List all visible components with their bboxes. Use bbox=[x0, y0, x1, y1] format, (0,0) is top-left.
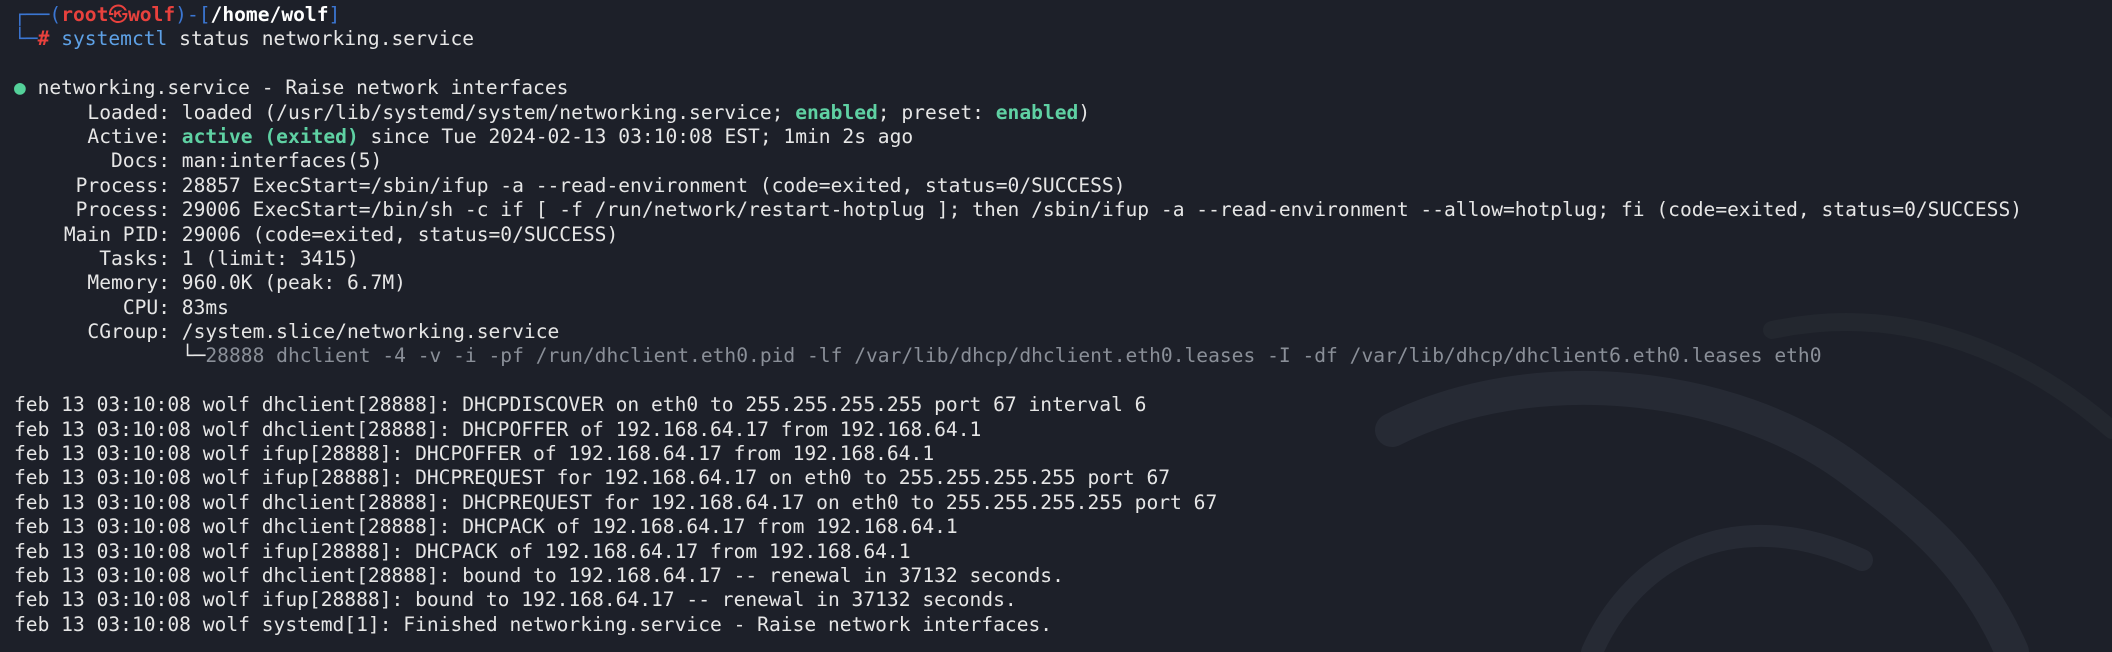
loaded-mid: ; preset: bbox=[877, 100, 996, 124]
prompt-user: root bbox=[61, 3, 109, 26]
docs-label: Docs: bbox=[111, 149, 170, 173]
log-line: feb 13 03:10:08 wolf systemd[1]: Finishe… bbox=[14, 612, 1053, 636]
command-args: status networking.service bbox=[167, 27, 475, 51]
cgroup-row: CGroup: /system.slice/networking.service bbox=[14, 320, 2112, 344]
loaded-suffix: ) bbox=[1078, 100, 1091, 124]
prompt-box-open: ┌──( bbox=[14, 3, 62, 26]
log-line: feb 13 03:10:08 wolf ifup[28888]: DHCPAC… bbox=[14, 539, 911, 563]
tasks-label: Tasks: bbox=[99, 246, 170, 270]
mainpid-value: 29006 (code=exited, status=0/SUCCESS) bbox=[170, 222, 619, 246]
process2-value: 29006 ExecStart=/bin/sh -c if [ -f /run/… bbox=[170, 198, 2023, 222]
service-title: networking.service - Raise network inter… bbox=[25, 76, 569, 100]
prompt-box-close: ] bbox=[328, 3, 341, 26]
log-line: feb 13 03:10:08 wolf ifup[28888]: DHCPOF… bbox=[14, 442, 935, 466]
loaded-prefix: loaded (/usr/lib/systemd/system/networki… bbox=[170, 100, 796, 124]
active-label: Active: bbox=[87, 124, 170, 148]
memory-label: Memory: bbox=[87, 271, 170, 295]
loaded-preset: enabled bbox=[995, 100, 1079, 124]
active-state: active (exited) bbox=[181, 124, 359, 148]
process2-row: Process: 29006 ExecStart=/bin/sh -c if [… bbox=[14, 198, 2112, 222]
prompt-hash: # bbox=[37, 27, 50, 51]
cpu-value: 83ms bbox=[170, 295, 229, 319]
process2-label: Process: bbox=[75, 198, 170, 222]
prompt-path: /home/wolf bbox=[210, 3, 329, 26]
cgroup-child-process: 28888 dhclient -4 -v -i -pf /run/dhclien… bbox=[205, 344, 1822, 368]
prompt-box-mid: )-[ bbox=[175, 3, 211, 26]
cgroup-child-row: └─28888 dhclient -4 -v -i -pf /run/dhcli… bbox=[14, 344, 2112, 368]
process1-row: Process: 28857 ExecStart=/sbin/ifup -a -… bbox=[14, 174, 2112, 198]
command-name: systemctl bbox=[61, 27, 168, 51]
loaded-row: Loaded: loaded (/usr/lib/systemd/system/… bbox=[14, 101, 2112, 125]
loaded-label: Loaded: bbox=[87, 100, 170, 124]
cpu-label: CPU: bbox=[122, 295, 170, 319]
docs-value: man:interfaces(5) bbox=[170, 149, 383, 173]
mainpid-label: Main PID: bbox=[63, 222, 170, 246]
log-line: feb 13 03:10:08 wolf dhclient[28888]: bo… bbox=[14, 563, 1064, 587]
process1-value: 28857 ExecStart=/sbin/ifup -a --read-env… bbox=[170, 173, 1126, 197]
memory-value: 960.0K (peak: 6.7M) bbox=[170, 271, 406, 295]
cgroup-value: /system.slice/networking.service bbox=[170, 320, 560, 344]
active-row: Active: active (exited) since Tue 2024-0… bbox=[14, 125, 2112, 149]
status-dot-icon: ● bbox=[14, 76, 26, 100]
docs-row: Docs: man:interfaces(5) bbox=[14, 149, 2112, 173]
terminal-output[interactable]: ┌──(root㉿wolf)-[/home/wolf] └─# systemct… bbox=[14, 3, 2112, 652]
service-header: ● networking.service - Raise network int… bbox=[14, 76, 2112, 100]
log-line: feb 13 03:10:08 wolf ifup[28888]: DHCPRE… bbox=[14, 466, 1171, 490]
prompt-top-line: ┌──(root㉿wolf)-[/home/wolf] bbox=[14, 3, 2112, 27]
tree-branch-icon: └─ bbox=[181, 344, 206, 368]
cpu-row: CPU: 83ms bbox=[14, 296, 2112, 320]
log-line: feb 13 03:10:08 wolf dhclient[28888]: DH… bbox=[14, 515, 958, 539]
log-line: feb 13 03:10:08 wolf ifup[28888]: bound … bbox=[14, 588, 1017, 612]
active-rest: since Tue 2024-02-13 03:10:08 EST; 1min … bbox=[358, 124, 914, 148]
prompt-command-line: └─# systemctl status networking.service bbox=[14, 27, 2112, 51]
log-line: feb 13 03:10:08 wolf dhclient[28888]: DH… bbox=[14, 490, 1218, 514]
mainpid-row: Main PID: 29006 (code=exited, status=0/S… bbox=[14, 223, 2112, 247]
log-line: feb 13 03:10:08 wolf dhclient[28888]: DH… bbox=[14, 393, 1147, 417]
memory-row: Memory: 960.0K (peak: 6.7M) bbox=[14, 271, 2112, 295]
loaded-enabled: enabled bbox=[795, 100, 878, 124]
tasks-value: 1 (limit: 3415) bbox=[170, 246, 359, 270]
skull-icon: ㉿ bbox=[108, 3, 128, 26]
prompt-host: wolf bbox=[127, 3, 176, 26]
tasks-row: Tasks: 1 (limit: 3415) bbox=[14, 247, 2112, 271]
cgroup-label: CGroup: bbox=[87, 320, 170, 344]
process1-label: Process: bbox=[75, 173, 170, 197]
prompt-corner: └─ bbox=[14, 27, 38, 51]
log-line: feb 13 03:10:08 wolf dhclient[28888]: DH… bbox=[14, 417, 982, 441]
journal-log: feb 13 03:10:08 wolf dhclient[28888]: DH… bbox=[14, 393, 2112, 637]
